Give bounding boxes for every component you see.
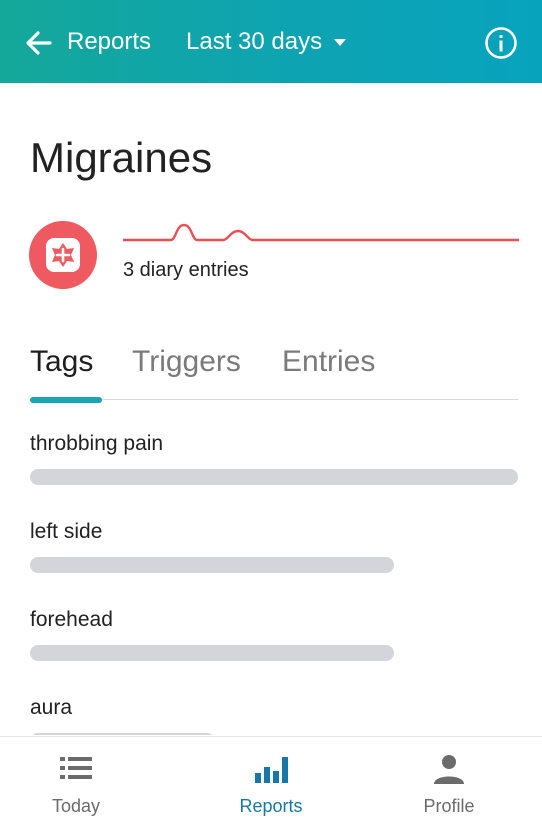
bar-chart-icon — [255, 757, 288, 783]
list-item[interactable]: forehead — [30, 601, 518, 681]
tab-triggers[interactable]: Triggers — [132, 342, 241, 382]
tag-list: throbbing pain left side forehead aura — [30, 425, 518, 735]
diary-entries-count: 3 diary entries — [123, 259, 249, 281]
screen-title: Reports — [67, 28, 152, 55]
page-title: Migraines — [30, 134, 213, 181]
date-range-dropdown[interactable]: Last 30 days — [186, 28, 348, 56]
nav-label: Reports — [239, 796, 303, 816]
tag-label: throbbing pain — [30, 432, 164, 455]
date-range-label: Last 30 days — [186, 28, 323, 55]
nav-profile[interactable]: Profile — [359, 737, 539, 830]
list-icon — [60, 757, 92, 779]
list-item[interactable]: aura — [30, 689, 518, 735]
nav-today[interactable]: Today — [0, 737, 152, 830]
active-tab-indicator — [30, 397, 102, 403]
tag-frequency-bar — [30, 733, 215, 735]
report-tabs: Tags Triggers Entries — [30, 342, 518, 403]
tag-label: forehead — [30, 608, 113, 631]
tab-tags[interactable]: Tags — [30, 342, 93, 382]
bottom-navigation: Today Reports Profile — [0, 736, 542, 830]
arrow-left-icon[interactable] — [22, 26, 56, 60]
trend-sparkline — [123, 223, 519, 242]
tag-label: aura — [30, 696, 73, 719]
condition-badge — [29, 221, 97, 289]
list-item[interactable]: throbbing pain — [30, 425, 518, 505]
app-bar: Reports Last 30 days — [0, 0, 542, 83]
tab-entries[interactable]: Entries — [282, 342, 375, 382]
info-circle-icon[interactable] — [484, 26, 518, 60]
nav-label: Today — [51, 796, 101, 816]
nav-label: Profile — [423, 796, 475, 816]
tag-frequency-bar — [30, 469, 518, 485]
nav-reports[interactable]: Reports — [181, 737, 361, 830]
list-item[interactable]: left side — [30, 513, 518, 593]
tabs-divider — [30, 399, 518, 400]
migraine-head-icon — [46, 238, 80, 272]
person-icon — [434, 755, 464, 784]
tag-label: left side — [30, 520, 103, 543]
tag-frequency-bar — [30, 645, 394, 661]
tag-frequency-bar — [30, 557, 394, 573]
caret-down-icon — [334, 39, 347, 46]
